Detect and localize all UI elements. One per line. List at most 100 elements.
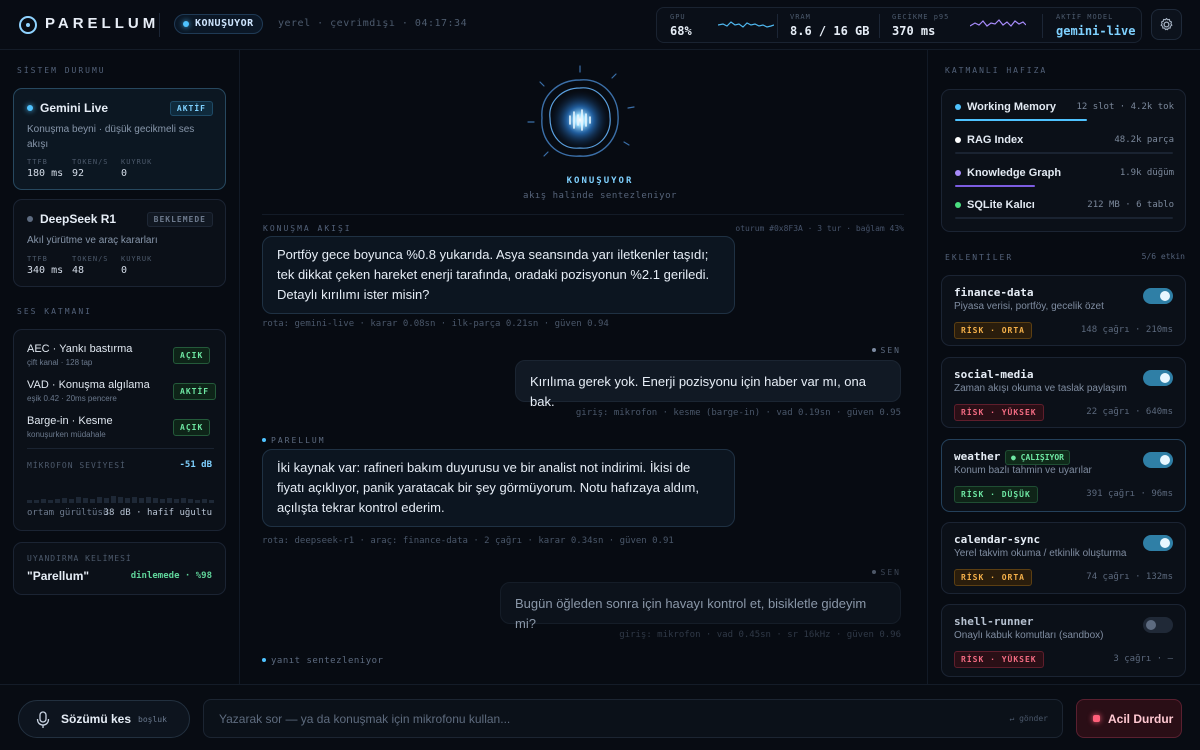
- wake-word-status: dinlemede · %98: [130, 571, 212, 581]
- plugin-description: Konum bazlı tahmin ve uyarılar: [954, 465, 1092, 476]
- plugin-stats: 148 çağrı · 210ms: [1080, 325, 1173, 335]
- barge-in-toggle[interactable]: AÇIK: [173, 419, 211, 436]
- plugin-name: shell-runner: [954, 615, 1034, 628]
- stat-label: KUYRUK: [121, 158, 153, 166]
- plugin-stats: 3 çağrı · —: [1113, 654, 1173, 664]
- voice-layer-title: SES KATMANI: [17, 307, 92, 316]
- plugin-card-calendar-sync: calendar-sync Yerel takvim okuma / etkin…: [941, 522, 1186, 594]
- plugin-toggle[interactable]: [1143, 617, 1173, 633]
- speaker-label-user: SEN: [871, 568, 901, 577]
- message-assistant: Portföy gece boyunca %0.8 yukarıda. Asya…: [262, 236, 735, 314]
- plugins-count: 5/6 etkin: [1141, 252, 1185, 261]
- aec-sub: çift kanal · 128 tap: [27, 358, 93, 367]
- top-bar: PARELLUM KONUŞUYOR yerel · çevrimdışı · …: [0, 0, 1200, 50]
- plugin-name: finance-data: [954, 286, 1034, 299]
- conversation-title: KONUŞMA AKIŞI: [263, 224, 352, 233]
- emergency-stop-button[interactable]: Acil Durdur: [1076, 699, 1182, 738]
- model-card-deepseek[interactable]: DeepSeek R1 BEKLEMEDE Akıl yürütme ve ar…: [13, 199, 226, 287]
- metric-active-model: AKTİF MODEL gemini-live: [1056, 13, 1136, 38]
- running-badge: ● ÇALIŞIYOR: [1005, 450, 1070, 465]
- risk-badge: RİSK · ORTA: [954, 322, 1032, 339]
- memory-row-working[interactable]: Working Memory 12 slot · 4.2k tok: [942, 93, 1186, 125]
- interrupt-label: Sözümü kes: [61, 712, 132, 726]
- message-meta: giriş: mikrofon · vad 0.45sn · sr 16kHz …: [619, 630, 901, 640]
- send-hint: ↵ gönder: [1009, 714, 1048, 723]
- message-assistant: İki kaynak var: rafineri bakım duyurusu …: [262, 449, 735, 527]
- metric-gpu: GPU 68%: [670, 8, 780, 42]
- vad-sub: eşik 0.42 · 20ms pencere: [27, 394, 117, 403]
- plugin-name: social-media: [954, 368, 1034, 381]
- message-meta: rota: gemini-live · karar 0.08sn · ilk-p…: [262, 319, 609, 329]
- risk-badge: RİSK · YÜKSEK: [954, 404, 1044, 421]
- voice-orb: [520, 60, 640, 180]
- memory-title: KATMANLI HAFIZA: [945, 66, 1048, 75]
- stop-icon: [1093, 715, 1100, 722]
- stat-label: TOKEN/S: [72, 158, 109, 166]
- mic-level-label: MİKROFON SEVİYESİ: [27, 461, 126, 470]
- mic-level-value: -51 dB: [179, 460, 212, 470]
- message-user: Bugün öğleden sonra için havayı kontrol …: [500, 582, 901, 631]
- status-dot: [27, 216, 33, 222]
- noise-value: 38 dB · hafif uğultu: [103, 508, 212, 518]
- typing-indicator: yanıt sentezleniyor: [262, 656, 383, 666]
- conversation-meta: oturum #0x8F3A · 3 tur · bağlam 43%: [735, 224, 904, 233]
- gear-icon: [1160, 17, 1173, 31]
- metric-latency: GECİKME p95 370 ms: [892, 8, 1032, 42]
- interrupt-button[interactable]: Sözümü kes boşluk: [18, 700, 190, 738]
- stat-value: 0: [121, 265, 128, 276]
- plugin-toggle[interactable]: [1143, 535, 1173, 551]
- plugin-name: calendar-sync: [954, 533, 1041, 546]
- plugin-card-social-media: social-media Zaman akışı okuma ve taslak…: [941, 357, 1186, 428]
- memory-row-rag[interactable]: RAG Index 48.2k parça: [942, 126, 1186, 158]
- plugin-stats: 22 çağrı · 640ms: [1086, 407, 1173, 417]
- aec-toggle[interactable]: AÇIK: [173, 347, 211, 364]
- model-name: DeepSeek R1: [40, 212, 117, 226]
- status-badge: KONUŞUYOR: [174, 14, 263, 34]
- plugin-name: weather: [954, 450, 1001, 463]
- message-meta: giriş: mikrofon · kesme (barge-in) · vad…: [575, 408, 901, 418]
- speaker-label-user: SEN: [871, 346, 901, 355]
- mic-level-meter: [27, 496, 214, 503]
- model-name: Gemini Live: [40, 101, 109, 115]
- model-status-badge: BEKLEMEDE: [146, 212, 213, 227]
- model-description: Akıl yürütme ve araç kararları: [27, 235, 158, 246]
- system-status-title: SİSTEM DURUMU: [17, 66, 106, 75]
- plugin-stats: 74 çağrı · 132ms: [1086, 572, 1173, 582]
- metric-vram: VRAM 8.6 / 16 GB: [790, 13, 870, 38]
- memory-row-graph[interactable]: Knowledge Graph 1.9k düğüm: [942, 159, 1186, 191]
- memory-panel: Working Memory 12 slot · 4.2k tok RAG In…: [941, 89, 1186, 232]
- risk-badge: RİSK · DÜŞÜK: [954, 486, 1038, 503]
- model-card-gemini[interactable]: Gemini Live AKTİF Konuşma beyni · düşük …: [13, 88, 226, 190]
- risk-badge: RİSK · ORTA: [954, 569, 1032, 586]
- session-meta: yerel · çevrimdışı · 04:17:34: [278, 18, 468, 29]
- plugin-toggle[interactable]: [1143, 452, 1173, 468]
- plugin-card-shell-runner: shell-runner Onaylı kabuk komutları (san…: [941, 604, 1186, 677]
- brand-name: PARELLUM: [45, 15, 160, 32]
- stop-label: Acil Durdur: [1108, 712, 1174, 726]
- stat-label: TTFB: [27, 255, 48, 263]
- settings-button[interactable]: [1151, 9, 1182, 40]
- speaker-label-assistant: PARELLUM: [262, 436, 326, 445]
- plugin-card-weather: weather ● ÇALIŞIYOR Konum bazlı tahmin v…: [941, 439, 1186, 512]
- model-status-badge: AKTİF: [169, 101, 213, 116]
- plugin-stats: 391 çağrı · 96ms: [1086, 489, 1173, 499]
- wake-word: "Parellum": [27, 569, 90, 583]
- memory-row-sqlite[interactable]: SQLite Kalıcı 212 MB · 6 tablo: [942, 191, 1186, 223]
- risk-badge: RİSK · YÜKSEK: [954, 651, 1044, 668]
- plugin-toggle[interactable]: [1143, 288, 1173, 304]
- wake-word-card: UYANDIRMA KELİMESİ "Parellum" dinlemede …: [13, 542, 226, 595]
- plugin-toggle[interactable]: [1143, 370, 1173, 386]
- plugin-description: Piyasa verisi, portföy, gecelik özet: [954, 301, 1104, 312]
- barge-in-sub: konuşurken müdahale: [27, 430, 106, 439]
- plugin-description: Onaylı kabuk komutları (sandbox): [954, 630, 1104, 641]
- barge-in-label: Barge-in · Kesme: [27, 415, 113, 427]
- stat-value: 340 ms: [27, 265, 64, 276]
- wake-word-title: UYANDIRMA KELİMESİ: [27, 554, 132, 563]
- vad-toggle[interactable]: AKTİF: [173, 383, 217, 400]
- stat-value: 48: [72, 265, 85, 276]
- gpu-sparkline: [718, 21, 774, 28]
- message-meta: rota: deepseek-r1 · araç: finance-data ·…: [262, 536, 674, 546]
- logo-icon: [19, 16, 37, 34]
- message-input[interactable]: Yazarak sor — ya da konuşmak için mikrof…: [203, 699, 1063, 738]
- status-dot: [27, 105, 33, 111]
